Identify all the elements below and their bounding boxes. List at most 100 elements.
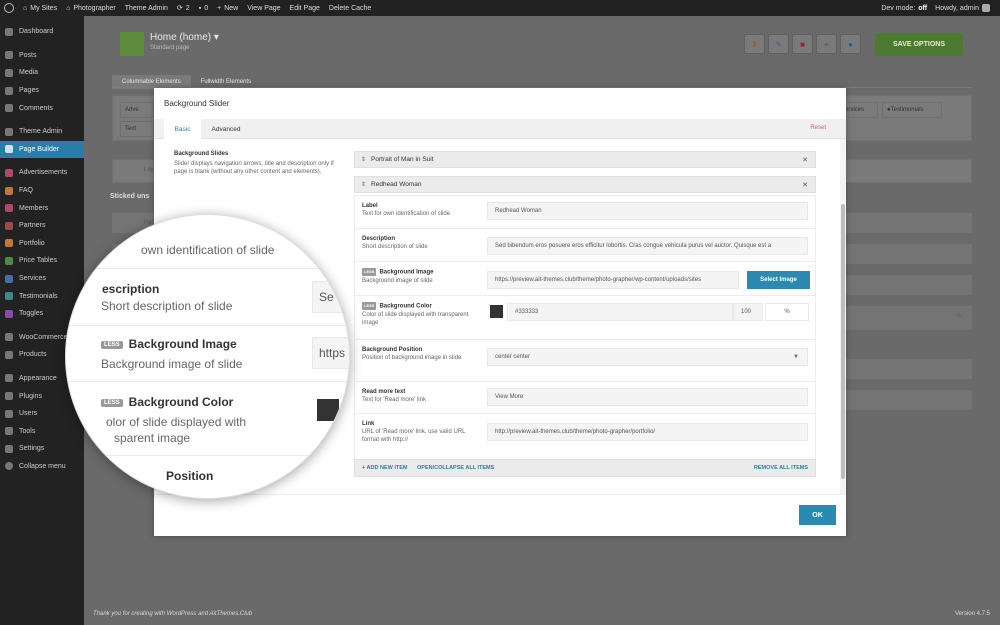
slide-item-header[interactable]: ⇕ Redhead Woman ✕ (354, 176, 816, 193)
magnified-color-swatch (317, 399, 339, 421)
footer-and: and (198, 611, 209, 617)
view-page-link[interactable]: View Page (247, 5, 280, 12)
sort-arrows-icon[interactable]: ⇕ (361, 181, 366, 188)
element-tag-label: Text (125, 126, 137, 132)
sidebar-item-theme-admin[interactable]: Theme Admin (0, 123, 84, 141)
save-options-button[interactable]: SAVE OPTIONS (875, 33, 963, 56)
opacity-input[interactable]: 100 (733, 303, 763, 321)
site-name-label: Photographer (73, 4, 116, 12)
field-description: Color of slide displayed with transparen… (362, 311, 469, 326)
wordpress-link[interactable]: WordPress (167, 611, 197, 617)
howdy-user-link[interactable]: Howdy, admin (935, 4, 990, 12)
dialog-scrollbar[interactable] (840, 139, 846, 494)
brush-icon (5, 374, 13, 383)
delete-cache-link[interactable]: Delete Cache (329, 5, 371, 12)
color-input[interactable]: #333333 (507, 303, 733, 321)
sidebar-item-label: Toggles (19, 310, 44, 318)
field-label: Read more text Text for 'Read more' link (362, 388, 482, 404)
background-position-select[interactable]: center center ▼ (487, 348, 808, 366)
ok-button[interactable]: OK (799, 505, 836, 525)
wordpress-logo-icon[interactable] (4, 3, 14, 13)
edit-button[interactable]: ✎ (768, 34, 789, 54)
version-label: Version 4.7.5 (954, 611, 990, 617)
sidebar-item-media[interactable]: Media (0, 64, 84, 82)
reset-link[interactable]: Reset (810, 125, 826, 131)
dashboard-icon (5, 27, 13, 36)
delete-button[interactable]: ■ (792, 34, 813, 54)
products-icon (5, 350, 13, 359)
element-tag-testimonials[interactable]: ● Testimonials (882, 102, 942, 118)
my-sites-link[interactable]: ⌂ My Sites (23, 5, 57, 12)
admin-bar: ⌂ My Sites ⌂ Photographer Theme Admin ⟳ 2 ▪… (0, 0, 1000, 16)
sidebar-item-partners[interactable]: Partners (0, 217, 84, 235)
sidebar-item-faq[interactable]: FAQ (0, 182, 84, 200)
sidebar-item-tools[interactable]: Tools (0, 422, 84, 440)
import-button[interactable]: ⬇ (744, 34, 765, 54)
sidebar-item-posts[interactable]: Posts (0, 47, 84, 65)
element-tag-advertisements[interactable]: Adve (120, 102, 154, 118)
slide-item-header[interactable]: ⇕ Portrait of Man in Suit ✕ (354, 151, 816, 168)
portfolio-icon (5, 239, 13, 248)
sidebar-item-members[interactable]: Members (0, 199, 84, 217)
field-label: Label Text for own identification of slid… (362, 202, 482, 218)
scrollbar-thumb[interactable] (841, 204, 845, 479)
element-tag-text[interactable]: Text (120, 121, 154, 137)
sort-arrows-icon[interactable]: ⇕ (361, 156, 366, 163)
tab-basic[interactable]: Basic (164, 119, 201, 139)
read-more-input[interactable]: View More (487, 388, 808, 406)
media-icon (5, 68, 13, 77)
sticked-label: Sticked uns (110, 193, 150, 200)
updates-link[interactable]: ⟳ 2 (177, 4, 190, 13)
sidebar-collapse-menu[interactable]: Collapse menu (0, 458, 84, 476)
open-collapse-all-button[interactable]: OPEN/COLLAPSE ALL ITEMS (417, 465, 494, 471)
sidebar-item-page-builder[interactable]: Page Builder (0, 140, 84, 159)
close-icon[interactable]: ✕ (802, 181, 808, 189)
edit-icon[interactable]: ✎ (956, 311, 964, 322)
sidebar-item-comments[interactable]: Comments (0, 99, 84, 117)
label-input[interactable]: Redhead Woman (487, 202, 808, 220)
site-name-link[interactable]: ⌂ Photographer (66, 5, 116, 12)
edit-page-link[interactable]: Edit Page (290, 5, 320, 12)
sidebar-item-pages[interactable]: Pages (0, 82, 84, 100)
page-title[interactable]: Home (home) ▾ (150, 32, 219, 43)
link-input[interactable]: http://preview.ait-themes.club/theme/pho… (487, 423, 808, 441)
my-sites-label: My Sites (30, 4, 58, 12)
remove-all-items-button[interactable]: REMOVE ALL ITEMS (754, 465, 808, 471)
theme-admin-link[interactable]: Theme Admin (125, 5, 168, 12)
add-new-item-button[interactable]: + ADD NEW ITEM (362, 465, 407, 471)
magnified-title-text: Background Color (128, 395, 234, 409)
preview-button[interactable]: ● (840, 34, 861, 54)
dev-mode-toggle[interactable]: Dev mode: off (881, 5, 927, 12)
new-link[interactable]: + New (217, 5, 238, 12)
sidebar-item-portfolio[interactable]: Portfolio (0, 235, 84, 253)
aitthemes-link[interactable]: AitThemes.Club (210, 611, 253, 617)
sidebar-item-testimonials[interactable]: Testimonials (0, 287, 84, 305)
field-row-read-more: Read more text Text for 'Read more' link … (355, 382, 815, 414)
settings-icon (5, 444, 13, 453)
comments-link[interactable]: ▪ 0 (199, 5, 208, 12)
caret-down-icon: ▾ (213, 32, 219, 43)
field-row-background-position: Background Position Position of backgroun… (355, 340, 815, 382)
field-title: Link (362, 421, 375, 427)
select-image-button[interactable]: Select Image (747, 271, 810, 289)
add-button[interactable]: + (816, 34, 837, 54)
dialog-tabs: Basic Advanced Reset (154, 119, 846, 139)
select-value: center center (495, 354, 531, 360)
section-title: Background Slides (174, 151, 229, 157)
sidebar-item-dashboard[interactable]: Dashboard (0, 23, 84, 41)
comment-icon (5, 104, 13, 113)
magnified-divider (66, 381, 349, 382)
sidebar-item-services[interactable]: Services (0, 270, 84, 288)
background-image-input[interactable]: https://preview.ait-themes.club/theme/ph… (487, 271, 739, 289)
description-input[interactable]: Sed bibendum eros posuere eros efficitur… (487, 237, 808, 255)
magnified-description-input: Se (312, 281, 349, 313)
color-swatch[interactable] (490, 305, 503, 318)
field-title: Background Position (362, 347, 423, 353)
close-icon[interactable]: ✕ (802, 156, 808, 164)
tab-advanced[interactable]: Advanced (206, 119, 246, 139)
faq-icon (5, 186, 13, 195)
sidebar-item-label: Media (19, 69, 39, 77)
field-title-text: Background Color (379, 303, 432, 310)
sidebar-item-advertisements[interactable]: Advertisements (0, 164, 84, 182)
sidebar-item-users[interactable]: Users (0, 405, 84, 423)
